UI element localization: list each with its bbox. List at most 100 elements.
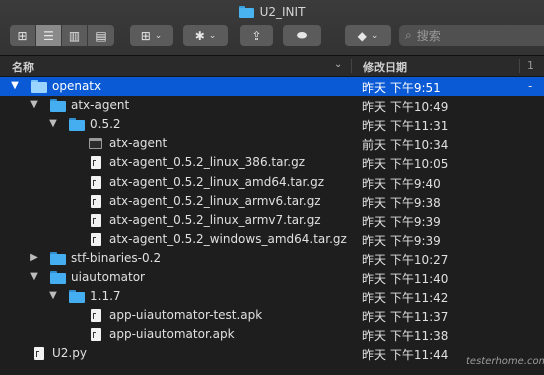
search-icon: ⌕ bbox=[405, 28, 412, 42]
item-date-modified: 昨天 下午10:27 bbox=[362, 253, 449, 267]
file-row[interactable]: U2.py 昨天 下午11:44 bbox=[0, 344, 544, 363]
disclosure-expanded-icon[interactable]: ▼ bbox=[29, 271, 39, 282]
chevron-down-icon: ⌄ bbox=[208, 30, 217, 41]
document-icon bbox=[91, 309, 101, 322]
item-name: uiautomator bbox=[71, 270, 145, 284]
document-icon bbox=[91, 214, 101, 227]
icon-view-button[interactable]: ⊞ bbox=[10, 25, 36, 46]
window-toolbar: U2_INIT ⊞ ☰ ▥ ▤ ⊞ ⌄ ✱ ⌄ ⇪ ⬬ ◆ ⌄ ⌕ 搜索 bbox=[0, 0, 544, 56]
item-name: stf-binaries-0.2 bbox=[71, 251, 162, 265]
file-row[interactable]: app-uiautomator-test.apk 昨天 下午11:37 bbox=[0, 306, 544, 325]
share-button[interactable]: ⇪ bbox=[240, 25, 273, 46]
sort-chevron-icon[interactable]: ⌄ bbox=[334, 59, 342, 70]
item-date-modified: 昨天 下午9:39 bbox=[362, 215, 441, 229]
document-icon bbox=[91, 156, 101, 169]
gallery-view-button[interactable]: ▤ bbox=[88, 25, 114, 46]
executable-icon bbox=[89, 138, 102, 149]
group-by-button[interactable]: ⊞ ⌄ bbox=[130, 25, 173, 46]
file-row[interactable]: atx-agent_0.5.2_linux_armv6.tar.gz 昨天 下午9… bbox=[0, 192, 544, 211]
document-icon bbox=[91, 176, 101, 189]
document-icon bbox=[34, 347, 44, 360]
size-column-header[interactable]: 1 bbox=[527, 59, 534, 72]
item-name: atx-agent_0.5.2_linux_amd64.tar.gz bbox=[109, 175, 325, 189]
file-list: ▼ openatx 昨天 下午9:51 - ▼ atx-agent 昨天 下午10:49 ▼ 0… bbox=[0, 77, 544, 375]
item-name: atx-agent_0.5.2_windows_amd64.tar.gz bbox=[109, 232, 347, 246]
document-icon bbox=[91, 233, 101, 246]
list-icon: ☰ bbox=[43, 28, 54, 43]
edit-tags-button[interactable]: ⬬ bbox=[283, 25, 321, 46]
folder-icon bbox=[69, 290, 85, 303]
folder-row[interactable]: ▼ uiautomator 昨天 下午11:40 bbox=[0, 268, 544, 287]
item-date-modified: 昨天 下午9:39 bbox=[362, 234, 441, 248]
disclosure-expanded-icon[interactable]: ▼ bbox=[48, 290, 58, 301]
folder-row[interactable]: ▼ 0.5.2 昨天 下午11:31 bbox=[0, 115, 544, 134]
window-title: U2_INIT bbox=[0, 3, 544, 21]
item-date-modified: 昨天 下午9:51 bbox=[362, 81, 441, 95]
file-row[interactable]: atx-agent_0.5.2_linux_amd64.tar.gz 昨天 下午9… bbox=[0, 173, 544, 192]
folder-icon bbox=[31, 80, 47, 93]
file-row[interactable]: atx-agent_0.5.2_linux_armv7.tar.gz 昨天 下午9… bbox=[0, 211, 544, 230]
list-view-button[interactable]: ☰ bbox=[36, 25, 62, 46]
folder-icon bbox=[50, 99, 66, 112]
item-name: atx-agent bbox=[109, 136, 168, 150]
watermark: testerhome.com bbox=[466, 356, 544, 367]
file-row[interactable]: atx-agent_0.5.2_windows_amd64.tar.gz 昨天 下… bbox=[0, 230, 544, 249]
chevron-down-icon: ⌄ bbox=[370, 30, 379, 41]
folder-row[interactable]: ▼ openatx 昨天 下午9:51 - bbox=[0, 77, 544, 96]
item-date-modified: 前天 下午10:34 bbox=[362, 138, 449, 152]
disclosure-expanded-icon[interactable]: ▼ bbox=[10, 80, 20, 91]
gallery-icon: ▤ bbox=[95, 28, 107, 43]
grid-icon: ⊞ bbox=[17, 28, 28, 43]
item-date-modified: 昨天 下午11:37 bbox=[362, 310, 449, 324]
item-date-modified: 昨天 下午11:44 bbox=[362, 348, 449, 362]
date-modified-column-header[interactable]: 修改日期 bbox=[363, 59, 407, 75]
item-date-modified: 昨天 下午10:49 bbox=[362, 100, 449, 114]
dropbox-control: ◆ ⌄ bbox=[345, 25, 391, 46]
disclosure-expanded-icon[interactable]: ▼ bbox=[29, 99, 39, 110]
group-grid-icon: ⊞ bbox=[140, 28, 151, 43]
item-name: atx-agent_0.5.2_linux_386.tar.gz bbox=[109, 155, 306, 169]
search-field[interactable]: ⌕ bbox=[399, 25, 544, 46]
view-mode-control: ⊞ ☰ ▥ ▤ bbox=[10, 25, 114, 46]
item-name: atx-agent_0.5.2_linux_armv6.tar.gz bbox=[109, 194, 321, 208]
file-row[interactable]: atx-agent 前天 下午10:34 bbox=[0, 134, 544, 153]
disclosure-collapsed-icon[interactable]: ▶ bbox=[29, 252, 39, 263]
item-name: 1.1.7 bbox=[90, 289, 121, 303]
tag-control: ⬬ bbox=[283, 25, 321, 46]
column-divider[interactable] bbox=[519, 59, 520, 73]
gear-icon: ✱ bbox=[194, 28, 205, 43]
item-size: - bbox=[528, 79, 533, 93]
disclosure-expanded-icon[interactable]: ▼ bbox=[48, 118, 58, 129]
file-row[interactable]: atx-agent_0.5.2_linux_386.tar.gz 昨天 下午10:… bbox=[0, 153, 544, 172]
action-button[interactable]: ✱ ⌄ bbox=[183, 25, 228, 46]
window-title-text: U2_INIT bbox=[259, 5, 306, 19]
item-name: app-uiautomator-test.apk bbox=[109, 308, 263, 322]
document-icon bbox=[91, 195, 101, 208]
item-date-modified: 昨天 下午11:31 bbox=[362, 119, 449, 133]
item-date-modified: 昨天 下午9:38 bbox=[362, 196, 441, 210]
item-date-modified: 昨天 下午9:40 bbox=[362, 177, 441, 191]
folder-row[interactable]: ▼ 1.1.7 昨天 下午11:42 bbox=[0, 287, 544, 306]
item-name: 0.5.2 bbox=[90, 117, 121, 131]
item-name: openatx bbox=[52, 79, 102, 93]
item-name: app-uiautomator.apk bbox=[109, 327, 235, 341]
column-view-button[interactable]: ▥ bbox=[62, 25, 88, 46]
dropbox-button[interactable]: ◆ ⌄ bbox=[345, 25, 391, 46]
share-control: ⇪ bbox=[240, 25, 273, 46]
action-control: ✱ ⌄ bbox=[183, 25, 228, 46]
item-name: atx-agent_0.5.2_linux_armv7.tar.gz bbox=[109, 213, 321, 227]
dropbox-icon: ◆ bbox=[357, 28, 367, 43]
column-header: 名称 ⌄ 修改日期 1 bbox=[0, 56, 544, 77]
item-date-modified: 昨天 下午11:42 bbox=[362, 291, 449, 305]
column-divider[interactable] bbox=[351, 59, 352, 73]
folder-row[interactable]: ▼ atx-agent 昨天 下午10:49 bbox=[0, 96, 544, 115]
file-row[interactable]: app-uiautomator.apk 昨天 下午11:38 bbox=[0, 325, 544, 344]
search-input[interactable] bbox=[411, 28, 517, 43]
folder-icon bbox=[50, 252, 66, 265]
chevron-down-icon: ⌄ bbox=[154, 30, 163, 41]
item-date-modified: 昨天 下午10:05 bbox=[362, 157, 449, 171]
tag-icon: ⬬ bbox=[296, 28, 308, 42]
item-date-modified: 昨天 下午11:38 bbox=[362, 329, 449, 343]
folder-row[interactable]: ▶ stf-binaries-0.2 昨天 下午10:27 bbox=[0, 249, 544, 268]
name-column-header[interactable]: 名称 bbox=[12, 59, 34, 75]
